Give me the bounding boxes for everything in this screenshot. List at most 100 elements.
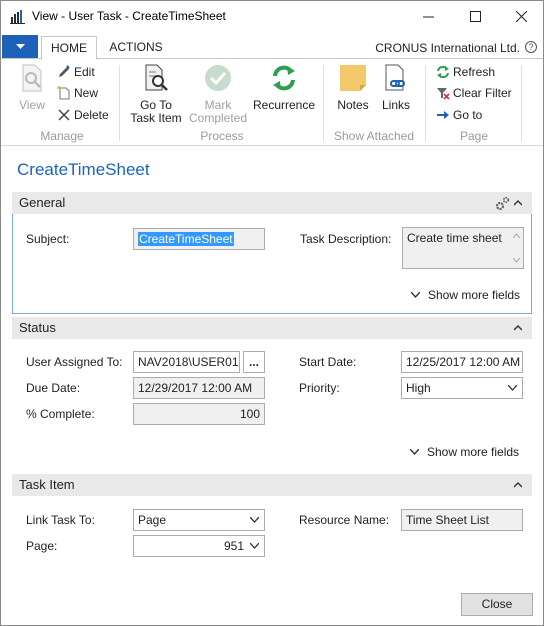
chevron-down-icon: [410, 449, 419, 455]
status-show-more-label: Show more fields: [427, 445, 520, 459]
start-date-field[interactable]: 12/25/2017 12:00 AM: [401, 351, 523, 373]
notes-button[interactable]: Notes: [334, 63, 372, 112]
caret-down-icon: [15, 44, 25, 49]
maximize-icon: [469, 11, 481, 22]
ribbon: View Edit New Delete Manage Go To Task I…: [1, 58, 543, 146]
scroll-down-icon[interactable]: [513, 258, 520, 263]
mark-label-2: Completed: [188, 111, 248, 125]
tab-actions[interactable]: ACTIONS: [105, 36, 167, 60]
recurrence-icon: [273, 65, 295, 91]
status-section-title: Status: [19, 320, 56, 335]
user-assigned-field[interactable]: NAV2018\USER01: [133, 351, 240, 373]
tab-home[interactable]: HOME: [41, 36, 97, 60]
view-icon: [22, 64, 42, 92]
page-value: 951: [223, 539, 244, 553]
page-dropdown[interactable]: 951: [133, 535, 265, 557]
status-section: Status User Assigned To: NAV2018\USER01 …: [12, 317, 532, 463]
close-window-button[interactable]: [498, 1, 544, 32]
collapse-chevron-icon[interactable]: [514, 199, 522, 207]
subject-value: CreateTimeSheet: [138, 232, 234, 246]
application-menu-button[interactable]: [2, 35, 38, 59]
start-date-label: Start Date:: [299, 355, 357, 369]
task-description-value: Create time sheet: [407, 231, 502, 245]
link-task-dropdown[interactable]: Page: [133, 509, 265, 531]
resource-name-label: Resource Name:: [299, 513, 390, 527]
minimize-button[interactable]: [405, 1, 451, 32]
general-show-more-label: Show more fields: [428, 288, 521, 302]
close-icon: [515, 11, 527, 22]
recurrence-label: Recurrence: [252, 98, 316, 112]
user-task-window: View - User Task - CreateTimeSheet HOME …: [0, 0, 544, 626]
subject-label: Subject:: [26, 232, 70, 246]
refresh-button[interactable]: Refresh: [436, 63, 495, 81]
ribbon-separator: [323, 65, 324, 141]
scroll-up-icon[interactable]: [513, 233, 520, 238]
delete-label: Delete: [74, 108, 109, 122]
go-to-button[interactable]: Go to: [436, 106, 482, 124]
close-button[interactable]: Close: [461, 593, 533, 616]
show-attached-group-label: Show Attached: [333, 129, 415, 143]
task-item-section-header[interactable]: Task Item: [12, 474, 532, 496]
maximize-button[interactable]: [452, 1, 498, 32]
ribbon-separator: [119, 65, 120, 141]
task-description-label: Task Description:: [300, 232, 392, 246]
task-description-field[interactable]: Create time sheet: [402, 227, 524, 269]
go-to-label-2: Task Item: [130, 111, 182, 125]
clear-filter-icon: [437, 88, 450, 100]
edit-button[interactable]: Edit: [57, 63, 95, 81]
notes-icon: [340, 65, 366, 91]
links-button[interactable]: Links: [377, 63, 415, 112]
page-label: Page:: [26, 539, 58, 553]
resource-name-field[interactable]: Time Sheet List: [401, 509, 523, 531]
new-button[interactable]: New: [57, 84, 98, 102]
notes-label: Notes: [337, 98, 369, 112]
user-assigned-value: NAV2018\USER01: [138, 355, 239, 369]
go-to-label: Go to: [453, 108, 483, 122]
go-to-task-item-button[interactable]: Go To Task Item: [127, 63, 185, 125]
checkmark-circle-icon: [205, 65, 231, 91]
recurrence-button[interactable]: Recurrence: [252, 63, 316, 112]
view-button[interactable]: View: [13, 63, 51, 112]
due-date-label: Due Date:: [26, 381, 81, 395]
arrow-right-icon: [437, 111, 449, 119]
link-task-label: Link Task To:: [26, 513, 95, 527]
priority-dropdown[interactable]: High: [401, 377, 523, 399]
chevron-down-icon: [411, 292, 420, 298]
priority-label: Priority:: [299, 381, 340, 395]
view-label: View: [19, 98, 45, 112]
task-item-search-icon: [145, 64, 168, 91]
general-section: General Subject: CreateTimeSheet Task De…: [12, 192, 532, 314]
minimize-icon: [422, 16, 434, 18]
percent-complete-value: 100: [239, 407, 260, 421]
delete-button[interactable]: Delete: [57, 106, 109, 124]
collapse-chevron-icon[interactable]: [514, 481, 522, 489]
refresh-icon: [437, 65, 449, 79]
dynamics-nav-icon: [10, 9, 25, 24]
general-show-more-fields[interactable]: Show more fields: [411, 288, 520, 302]
start-date-value: 12/25/2017 12:00 AM: [406, 355, 521, 369]
mark-completed-button[interactable]: Mark Completed: [187, 63, 249, 125]
page-title: CreateTimeSheet: [17, 160, 150, 179]
user-lookup-button[interactable]: ...: [243, 351, 265, 373]
settings-gears-icon[interactable]: [495, 196, 510, 211]
percent-complete-field[interactable]: 100: [133, 403, 265, 425]
new-document-icon: [57, 86, 70, 100]
collapse-chevron-icon[interactable]: [514, 324, 522, 332]
link-task-value: Page: [138, 513, 167, 527]
help-icon[interactable]: ?: [525, 41, 537, 53]
ribbon-separator: [425, 65, 426, 141]
ribbon-separator: [521, 65, 522, 141]
chevron-down-icon: [250, 543, 259, 549]
percent-complete-label: % Complete:: [26, 407, 95, 421]
status-section-header[interactable]: Status: [12, 317, 532, 339]
subject-field[interactable]: CreateTimeSheet: [133, 228, 265, 250]
task-item-section: Task Item Link Task To: Page Page: 951 R…: [12, 474, 532, 564]
company-name[interactable]: CRONUS International Ltd.: [375, 41, 520, 55]
due-date-field[interactable]: 12/29/2017 12:00 AM: [133, 377, 265, 399]
priority-value: High: [406, 381, 431, 395]
general-section-header[interactable]: General: [12, 192, 532, 214]
process-group-label: Process: [200, 129, 244, 143]
chevron-down-icon: [508, 385, 517, 391]
clear-filter-button[interactable]: Clear Filter: [436, 84, 512, 102]
status-show-more-fields[interactable]: Show more fields: [410, 445, 519, 459]
